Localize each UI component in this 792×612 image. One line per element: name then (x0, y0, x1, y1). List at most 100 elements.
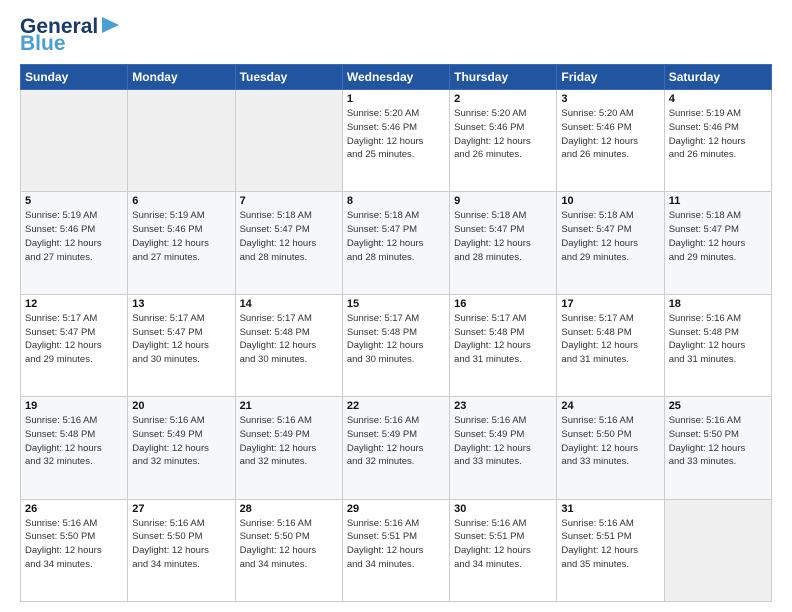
day-info-line: and 33 minutes. (454, 456, 522, 467)
day-info-line: Sunrise: 5:17 AM (454, 313, 526, 324)
calendar-cell-4-5: 31Sunrise: 5:16 AMSunset: 5:51 PMDayligh… (557, 499, 664, 601)
day-info-line: Sunrise: 5:20 AM (454, 108, 526, 119)
day-info-line: and 27 minutes. (25, 252, 93, 263)
day-info-line: Sunrise: 5:19 AM (132, 210, 204, 221)
day-info-line: Daylight: 12 hours (25, 545, 102, 556)
day-info-line: Sunset: 5:49 PM (454, 429, 524, 440)
day-info-line: Daylight: 12 hours (561, 443, 638, 454)
calendar-cell-4-6 (664, 499, 771, 601)
day-info-line: Sunset: 5:50 PM (25, 531, 95, 542)
day-info-line: Sunset: 5:50 PM (669, 429, 739, 440)
day-info: Sunrise: 5:20 AMSunset: 5:46 PMDaylight:… (454, 107, 552, 162)
day-number: 20 (132, 400, 230, 412)
day-info-line: Sunrise: 5:16 AM (561, 415, 633, 426)
day-info-line: Sunrise: 5:19 AM (25, 210, 97, 221)
day-info-line: and 30 minutes. (132, 354, 200, 365)
day-info-line: Sunrise: 5:16 AM (240, 415, 312, 426)
calendar-cell-2-3: 15Sunrise: 5:17 AMSunset: 5:48 PMDayligh… (342, 294, 449, 396)
calendar-cell-4-2: 28Sunrise: 5:16 AMSunset: 5:50 PMDayligh… (235, 499, 342, 601)
day-number: 5 (25, 195, 123, 207)
calendar-cell-2-4: 16 Sunrise: 5:17 AMSunset: 5:48 PMDayligh… (450, 294, 557, 396)
day-info: Sunrise: 5:19 AMSunset: 5:46 PMDaylight:… (25, 209, 123, 264)
calendar-cell-4-4: 30Sunrise: 5:16 AMSunset: 5:51 PMDayligh… (450, 499, 557, 601)
day-info-line: Daylight: 12 hours (240, 443, 317, 454)
day-info-line: Sunset: 5:50 PM (240, 531, 310, 542)
day-info: Sunrise: 5:17 AMSunset: 5:48 PMDaylight:… (454, 312, 552, 367)
day-info: Sunrise: 5:17 AMSunset: 5:48 PMDaylight:… (347, 312, 445, 367)
day-info: Sunrise: 5:16 AMSunset: 5:50 PMDaylight:… (132, 517, 230, 572)
day-number: 2 (454, 93, 552, 105)
day-number: 26 (25, 503, 123, 515)
day-info-line: and 26 minutes. (454, 149, 522, 160)
calendar-cell-1-1: 6Sunrise: 5:19 AMSunset: 5:46 PMDaylight… (128, 192, 235, 294)
header-wednesday: Wednesday (342, 65, 449, 90)
day-number: 27 (132, 503, 230, 515)
day-info-line: Sunset: 5:47 PM (25, 327, 95, 338)
day-info-line: Sunrise: 5:19 AM (669, 108, 741, 119)
header-tuesday: Tuesday (235, 65, 342, 90)
day-info-line: Daylight: 12 hours (240, 545, 317, 556)
day-info-line: and 30 minutes. (240, 354, 308, 365)
day-number: 29 (347, 503, 445, 515)
day-info-line: Sunrise: 5:20 AM (347, 108, 419, 119)
day-info-line: and 29 minutes. (25, 354, 93, 365)
week-row-2: 5 Sunrise: 5:19 AMSunset: 5:46 PMDaylight… (21, 192, 772, 294)
day-info-line: and 30 minutes. (347, 354, 415, 365)
day-info-line: Sunset: 5:48 PM (561, 327, 631, 338)
day-info-line: and 32 minutes. (25, 456, 93, 467)
header-monday: Monday (128, 65, 235, 90)
day-info-line: Daylight: 12 hours (454, 238, 531, 249)
day-info-line: Sunrise: 5:16 AM (132, 415, 204, 426)
day-info: Sunrise: 5:16 AMSunset: 5:49 PMDaylight:… (347, 414, 445, 469)
day-info-line: Sunset: 5:46 PM (347, 122, 417, 133)
day-info-line: Sunrise: 5:16 AM (347, 415, 419, 426)
day-info: Sunrise: 5:16 AMSunset: 5:51 PMDaylight:… (347, 517, 445, 572)
day-info-line: Sunrise: 5:16 AM (669, 313, 741, 324)
day-info-line: and 34 minutes. (454, 559, 522, 570)
calendar-cell-2-6: 18Sunrise: 5:16 AMSunset: 5:48 PMDayligh… (664, 294, 771, 396)
calendar-cell-1-2: 7Sunrise: 5:18 AMSunset: 5:47 PMDaylight… (235, 192, 342, 294)
day-info-line: Daylight: 12 hours (561, 136, 638, 147)
day-info-line: Daylight: 12 hours (25, 443, 102, 454)
day-info-line: Daylight: 12 hours (240, 238, 317, 249)
day-info-line: Sunrise: 5:17 AM (561, 313, 633, 324)
day-info-line: Sunrise: 5:16 AM (669, 415, 741, 426)
day-number: 11 (669, 195, 767, 207)
day-number: 10 (561, 195, 659, 207)
calendar-cell-3-5: 24Sunrise: 5:16 AMSunset: 5:50 PMDayligh… (557, 397, 664, 499)
calendar-cell-4-0: 26Sunrise: 5:16 AMSunset: 5:50 PMDayligh… (21, 499, 128, 601)
day-number: 8 (347, 195, 445, 207)
week-row-3: 12 Sunrise: 5:17 AM Sunset: 5:47 PM Dayligh… (21, 294, 772, 396)
day-info: Sunrise: 5:18 AMSunset: 5:47 PMDaylight:… (240, 209, 338, 264)
day-info-line: and 26 minutes. (669, 149, 737, 160)
day-info-line: Sunrise: 5:16 AM (454, 415, 526, 426)
day-number: 12 (25, 298, 123, 310)
day-number: 21 (240, 400, 338, 412)
day-info-line: Sunset: 5:48 PM (240, 327, 310, 338)
day-info-line: and 26 minutes. (561, 149, 629, 160)
day-info-line: Sunset: 5:50 PM (132, 531, 202, 542)
day-number: 23 (454, 400, 552, 412)
calendar-cell-2-0: 12Sunrise: 5:17 AMSunset: 5:47 PMDayligh… (21, 294, 128, 396)
day-number: 16 (454, 298, 552, 310)
day-info-line: Sunset: 5:51 PM (454, 531, 524, 542)
day-number: 3 (561, 93, 659, 105)
day-info-line: Daylight: 12 hours (561, 238, 638, 249)
day-info-line: Sunrise: 5:16 AM (132, 518, 204, 529)
calendar-cell-3-4: 23Sunrise: 5:16 AMSunset: 5:49 PMDayligh… (450, 397, 557, 499)
day-info: Sunrise: 5:16 AMSunset: 5:51 PMDaylight:… (561, 517, 659, 572)
day-info-line: Daylight: 12 hours (561, 340, 638, 351)
day-info: Sunrise: 5:20 AMSunset: 5:46 PMDaylight:… (561, 107, 659, 162)
day-info-line: and 34 minutes. (240, 559, 308, 570)
day-info-line: Daylight: 12 hours (132, 340, 209, 351)
day-info: Sunrise: 5:16 AMSunset: 5:48 PMDaylight:… (25, 414, 123, 469)
calendar-cell-0-1 (128, 90, 235, 192)
day-info-line: Sunset: 5:48 PM (347, 327, 417, 338)
day-number: 19 (25, 400, 123, 412)
day-info-line: Daylight: 12 hours (240, 340, 317, 351)
day-info-line: and 32 minutes. (132, 456, 200, 467)
day-info-line: and 32 minutes. (240, 456, 308, 467)
day-info-line: Daylight: 12 hours (132, 238, 209, 249)
day-info-line: Sunrise: 5:17 AM (25, 313, 97, 324)
day-info-line: and 31 minutes. (561, 354, 629, 365)
